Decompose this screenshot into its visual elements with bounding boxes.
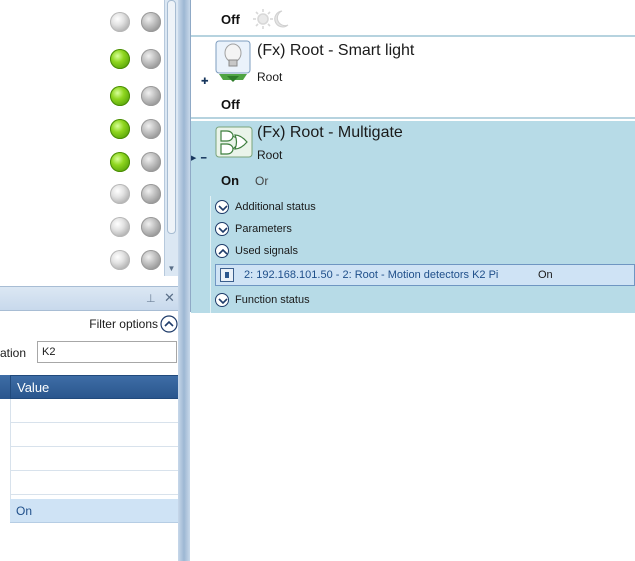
filter-options-row: Filter options	[0, 315, 180, 335]
status-led-indicator	[141, 119, 161, 139]
tree-connector	[210, 196, 211, 313]
location-label: ation	[0, 346, 27, 360]
signal-value: On	[538, 269, 553, 281]
collapse-icon[interactable]: ━	[201, 153, 206, 164]
section-label: Function status	[235, 294, 310, 306]
status-led-indicator	[110, 250, 130, 270]
table-row[interactable]	[10, 471, 180, 495]
status-led-indicator	[110, 49, 130, 69]
scroll-down-arrow-icon[interactable]: ▼	[165, 262, 178, 275]
status-led-indicator	[110, 119, 130, 139]
led-list-scrollbar[interactable]: ▼	[164, 0, 178, 276]
close-icon[interactable]: ✕	[164, 290, 175, 306]
status-led-indicator	[110, 86, 130, 106]
pin-icon[interactable]: ⊥	[146, 292, 156, 305]
status-led-indicator	[141, 49, 161, 69]
status-led-indicator	[141, 250, 161, 270]
section-label: Used signals	[235, 245, 298, 257]
chevron-down-icon[interactable]	[215, 200, 229, 214]
status-led-indicator	[141, 217, 161, 237]
chevron-up-icon[interactable]	[160, 315, 178, 336]
value-column-header[interactable]: Value	[10, 375, 180, 399]
device-state: Off	[221, 97, 240, 112]
logic-gate-icon	[215, 126, 253, 158]
status-led-indicator	[110, 184, 130, 204]
device-title: (Fx) Root - Smart light	[257, 42, 415, 59]
used-signal-row[interactable]: 2: 192.168.101.50 - 2: Root - Motion det…	[215, 264, 635, 286]
status-led-indicator	[141, 184, 161, 204]
table-header-left-cell	[0, 375, 10, 399]
status-led-indicator	[110, 152, 130, 172]
location-filter-row: ation	[0, 341, 180, 365]
device-item-smart-light[interactable]: (Fx) Root - Smart light Root ✚ Off	[191, 39, 635, 119]
filter-panel: ⊥ ✕ Filter options ation Value On	[0, 286, 180, 561]
table-row[interactable]	[10, 423, 180, 447]
chevron-down-icon[interactable]	[215, 293, 229, 307]
chevron-up-icon[interactable]	[215, 244, 229, 258]
chevron-down-icon[interactable]	[215, 222, 229, 236]
status-led-indicator	[141, 152, 161, 172]
location-input[interactable]	[37, 341, 177, 363]
filter-options-label: Filter options	[89, 317, 158, 331]
light-bulb-icon	[215, 40, 251, 82]
expand-icon[interactable]: ✚	[201, 76, 209, 87]
scrollbar-thumb[interactable]	[167, 0, 176, 234]
selection-arrow-icon: ▶	[191, 155, 197, 162]
value-column-label: Value	[17, 380, 50, 395]
status-led-indicator	[141, 86, 161, 106]
device-title: (Fx) Root - Multigate	[257, 124, 403, 141]
device-state: On	[221, 173, 240, 188]
section-label: Additional status	[235, 201, 316, 213]
device-state: Off	[221, 12, 240, 27]
device-subtitle: Root	[257, 148, 283, 162]
device-item-multigate[interactable]: ▶ ━ (Fx) Root - Multigate Root On Or Add…	[191, 121, 635, 313]
status-led-indicator	[110, 217, 130, 237]
status-led-indicator	[110, 12, 130, 32]
logic-mode: Or	[255, 174, 269, 188]
value-cell: On	[16, 504, 33, 518]
device-subtitle: Root	[257, 70, 283, 84]
device-item[interactable]: Off	[191, 0, 635, 37]
pane-splitter[interactable]	[178, 0, 190, 561]
device-list-pane: Off (Fx) Root - Smart light Root ✚ Off ▶…	[190, 0, 635, 561]
status-led-indicator	[141, 12, 161, 32]
table-row-selected[interactable]: On	[10, 499, 180, 523]
panel-header: ⊥ ✕	[0, 287, 180, 311]
section-label: Parameters	[235, 223, 292, 235]
signal-device-icon	[220, 268, 234, 282]
table-row[interactable]	[10, 399, 180, 423]
table-row[interactable]	[10, 447, 180, 471]
left-pane: ▼ ⊥ ✕ Filter options ation Value	[0, 0, 180, 561]
day-night-icon	[253, 9, 289, 29]
signal-name: 2: 192.168.101.50 - 2: Root - Motion det…	[244, 269, 499, 281]
